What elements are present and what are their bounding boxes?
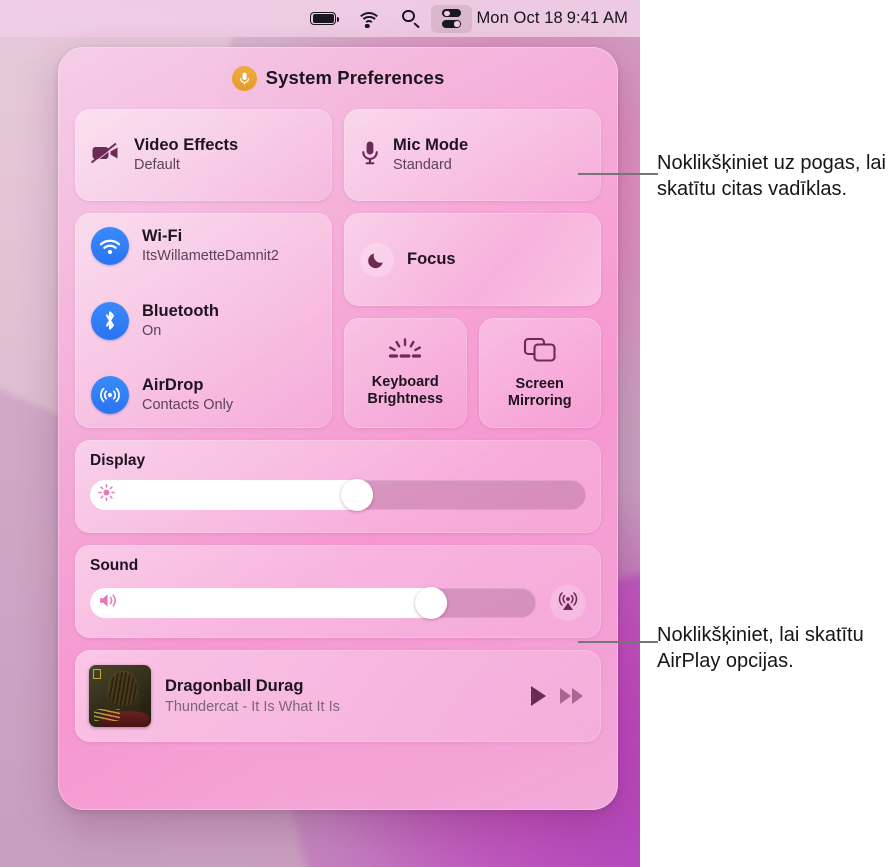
sound-label: Sound: [90, 557, 139, 574]
wifi-icon: [91, 227, 129, 265]
microphone-icon: [360, 140, 380, 171]
screenshot-root: Mon Oct 18 9:41 AM System Preferences Vi…: [0, 0, 891, 867]
sound-slider-knob[interactable]: [414, 587, 447, 619]
airdrop-value: Contacts Only: [142, 397, 234, 414]
sound-volume-slider[interactable]: [90, 587, 536, 619]
track-title: Dragonball Durag: [165, 676, 304, 695]
mic-mode-tile[interactable]: Mic Mode Standard: [344, 109, 601, 201]
mic-mode-title: Mic Mode: [393, 136, 469, 155]
sidebar-item-wifi[interactable]: Wi-Fi ItsWillametteDamnit2: [91, 227, 316, 265]
menu-bar-control-center[interactable]: [431, 4, 473, 33]
keyboard-brightness-icon: [385, 338, 425, 367]
now-playing-tile: Dragonball Durag Thundercat - It Is What…: [75, 650, 601, 742]
keyboard-brightness-label: Keyboard Brightness: [367, 374, 443, 407]
airdrop-label-group: AirDrop Contacts Only: [142, 376, 233, 414]
page-title: System Preferences: [265, 67, 445, 88]
mic-mode-value: Standard: [393, 157, 452, 174]
keyboard-brightness-line2: Brightness: [367, 391, 444, 407]
brightness-sun-icon: [98, 484, 115, 506]
playback-controls: [531, 686, 583, 706]
now-playing-text: Dragonball Durag Thundercat - It Is What…: [165, 677, 517, 716]
menu-bar-time[interactable]: 9:41 AM: [565, 5, 630, 33]
control-center-icon: [442, 9, 462, 28]
screen-mirroring-label: Screen Mirroring: [508, 376, 572, 409]
menu-bar: Mon Oct 18 9:41 AM: [0, 0, 640, 37]
video-camera-slash-icon: [90, 142, 121, 169]
bluetooth-label-group: Bluetooth On: [142, 302, 219, 340]
video-effects-title: Video Effects: [134, 136, 239, 155]
connectivity-tile: Wi-Fi ItsWillametteDamnit2 Bluetooth On: [75, 213, 332, 428]
mic-mode-label-group: Mic Mode Standard: [393, 136, 468, 174]
bluetooth-icon: [91, 301, 129, 340]
airdrop-icon: [91, 376, 129, 414]
video-effects-value: Default: [134, 157, 180, 174]
airplay-audio-icon: [556, 589, 580, 618]
display-label: Display: [90, 452, 146, 469]
moon-icon: [360, 242, 394, 277]
annotation-area: [640, 0, 891, 867]
menu-bar-time-label: 9:41 AM: [566, 9, 628, 27]
menu-bar-spotlight[interactable]: [391, 5, 431, 33]
keyboard-brightness-tile[interactable]: Keyboard Brightness: [344, 318, 467, 428]
sidebar-item-airdrop[interactable]: AirDrop Contacts Only: [91, 376, 316, 414]
microphone-icon: [231, 65, 257, 91]
media-controls-row: Video Effects Default Mic Mode Standard: [75, 109, 601, 201]
battery-icon: [310, 12, 340, 25]
display-tile: Display: [75, 440, 601, 533]
display-slider-knob[interactable]: [340, 479, 373, 511]
display-slider-line: [90, 479, 586, 511]
menu-bar-date[interactable]: Mon Oct 18: [472, 5, 564, 33]
callout-text-1: Noklikšķiniet uz pogas, lai skatītu cita…: [657, 152, 886, 201]
keyboard-brightness-line1: Keyboard: [371, 374, 439, 391]
airplay-audio-button[interactable]: [550, 585, 586, 621]
control-center-panel: System Preferences Video Effects Default: [58, 47, 618, 810]
bluetooth-value: On: [142, 322, 162, 339]
album-artwork: [89, 665, 151, 727]
focus-title: Focus: [407, 250, 456, 269]
screen-mirroring-line2: Mirroring: [507, 393, 572, 409]
spotlight-search-icon: [402, 9, 420, 28]
wifi-title: Wi-Fi: [142, 227, 183, 246]
menu-bar-date-label: Mon Oct 18: [476, 9, 563, 27]
wifi-label-group: Wi-Fi ItsWillametteDamnit2: [142, 227, 279, 265]
callout-leader-line-2: [578, 641, 658, 643]
screen-mirroring-line1: Screen: [515, 376, 564, 393]
wifi-icon: [356, 11, 382, 28]
mini-tiles-row: Keyboard Brightness Screen Mirroring: [344, 318, 601, 428]
airdrop-title: AirDrop: [142, 376, 204, 395]
menu-bar-battery[interactable]: [299, 5, 347, 33]
sidebar-item-bluetooth[interactable]: Bluetooth On: [91, 301, 316, 340]
sound-slider-line: [90, 585, 586, 621]
sound-slider-fill: [90, 588, 447, 618]
panel-title-row: System Preferences: [75, 47, 601, 109]
video-effects-label-group: Video Effects Default: [134, 136, 238, 174]
bluetooth-title: Bluetooth: [142, 301, 219, 320]
display-slider-fill: [90, 480, 373, 510]
track-artist-album: Thundercat - It Is What It Is: [165, 698, 340, 715]
display-brightness-slider[interactable]: [90, 479, 586, 511]
right-column: Focus Keyboard Brightness Screen Mirrori…: [344, 213, 601, 428]
wifi-value: ItsWillametteDamnit2: [142, 248, 279, 265]
callout-leader-line-1: [578, 173, 658, 175]
video-effects-tile[interactable]: Video Effects Default: [75, 109, 332, 201]
focus-tile[interactable]: Focus: [344, 213, 601, 306]
screen-mirroring-icon: [523, 336, 557, 369]
sound-tile: Sound: [75, 545, 601, 638]
callout-text-2: Noklikšķiniet, lai skatītu AirPlay opcij…: [657, 624, 864, 673]
play-icon[interactable]: [531, 686, 546, 706]
speaker-waves-icon: [98, 592, 120, 614]
menu-bar-wifi[interactable]: [347, 5, 391, 33]
fast-forward-icon[interactable]: [560, 688, 583, 704]
connectivity-and-focus-row: Wi-Fi ItsWillametteDamnit2 Bluetooth On: [75, 213, 601, 428]
screen-mirroring-tile[interactable]: Screen Mirroring: [478, 318, 601, 428]
